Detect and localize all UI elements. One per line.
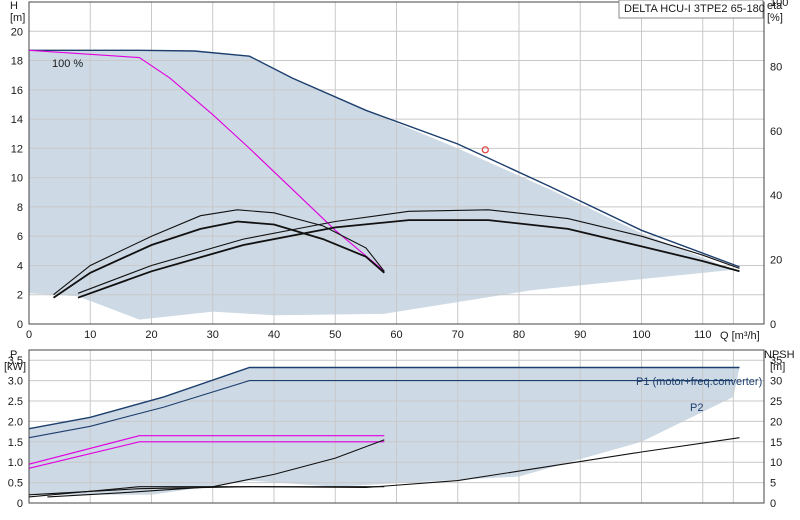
y-left-tick-label: 0	[17, 319, 23, 331]
y-left-tick-label: 16	[11, 85, 23, 97]
y-right-tick-label: 15	[770, 437, 782, 449]
y-left-tick-label: 8	[17, 202, 23, 214]
x-tick-label: 60	[390, 329, 402, 341]
y-right-tick-label: 20	[770, 255, 782, 267]
x-tick-label: 10	[84, 329, 96, 341]
power-plot: 00.51.01.52.02.53.03.505101520253035	[8, 349, 782, 510]
y-left-label-bottom: P	[10, 349, 17, 361]
y-right-tick-label: 60	[770, 126, 782, 138]
x-tick-label: 70	[452, 329, 464, 341]
x-tick-label: 30	[207, 329, 219, 341]
y-right-tick-label: 5	[770, 478, 776, 490]
y-right-label-bottom: NPSH	[764, 349, 795, 361]
y-left-tick-label: 2.5	[8, 396, 23, 408]
legend-p1: P1 (motor+freq.converter)	[636, 376, 762, 388]
y-left-tick-label: 4	[17, 260, 23, 272]
y-right-tick-label: 40	[770, 190, 782, 202]
y-right-tick-label: 80	[770, 61, 782, 73]
pump-performance-chart: 0 10 20 30 40 50 60 70 80 90 100 110024681012141618…	[4, 0, 795, 510]
y-right-tick-label: 20	[770, 416, 782, 428]
chart-title: DELTA HCU-I 3TPE2 65-180	[624, 3, 765, 15]
y-right-tick-label: 10	[770, 457, 782, 469]
y-left-tick-label: 2	[17, 290, 23, 302]
y-right-unit-top: [%]	[767, 12, 783, 24]
y-left-tick-label: 6	[17, 231, 23, 243]
y-right-unit-bottom: [m]	[770, 361, 785, 373]
y-left-tick-label: 1.0	[8, 457, 23, 469]
y-left-tick-label: 10	[11, 173, 23, 185]
x-tick-label: 100	[632, 329, 650, 341]
top-envelope-area	[29, 50, 734, 320]
x-tick-label: 50	[329, 329, 341, 341]
x-tick-label: 40	[268, 329, 280, 341]
x-tick-label: 90	[574, 329, 586, 341]
y-left-unit-top: [m]	[10, 12, 25, 24]
y-left-tick-label: 14	[11, 114, 23, 126]
y-left-tick-label: 0	[17, 498, 23, 510]
y-left-tick-label: 20	[11, 26, 23, 38]
bottom-envelope-area	[29, 367, 740, 495]
y-left-tick-label: 2.0	[8, 416, 23, 428]
qh-plot: 0 10 20 30 40 50 60 70 80 90 100 110 0 2 4 6 8 10 12 14 16 18…	[11, 0, 789, 341]
y-right-tick-label: 25	[770, 396, 782, 408]
y-left-tick-label: 0.5	[8, 478, 23, 490]
y-right-tick-label: 0	[770, 319, 776, 331]
y-right-tick-label: 0	[770, 498, 776, 510]
y-left-tick-label: 1.5	[8, 437, 23, 449]
legend-p2: P2	[690, 402, 703, 414]
x-tick-label: 0	[26, 329, 32, 341]
y-left-tick-label: 12	[11, 143, 23, 155]
y-right-label-top: eta	[767, 0, 783, 12]
x-tick-label: 110	[694, 329, 712, 341]
y-left-tick-label: 18	[11, 56, 23, 68]
operating-point-marker	[481, 146, 489, 154]
y-left-tick-label: 3.0	[8, 376, 23, 388]
y-left-unit-bottom: [kW]	[4, 361, 26, 373]
y-right-tick-label: 30	[770, 376, 782, 388]
y-left-label-top: H	[10, 0, 18, 12]
x-tick-label: 20	[145, 329, 157, 341]
speed-annotation: 100 %	[52, 58, 83, 70]
x-tick-label: 80	[513, 329, 525, 341]
x-axis-label: Q [m³/h]	[720, 330, 760, 342]
